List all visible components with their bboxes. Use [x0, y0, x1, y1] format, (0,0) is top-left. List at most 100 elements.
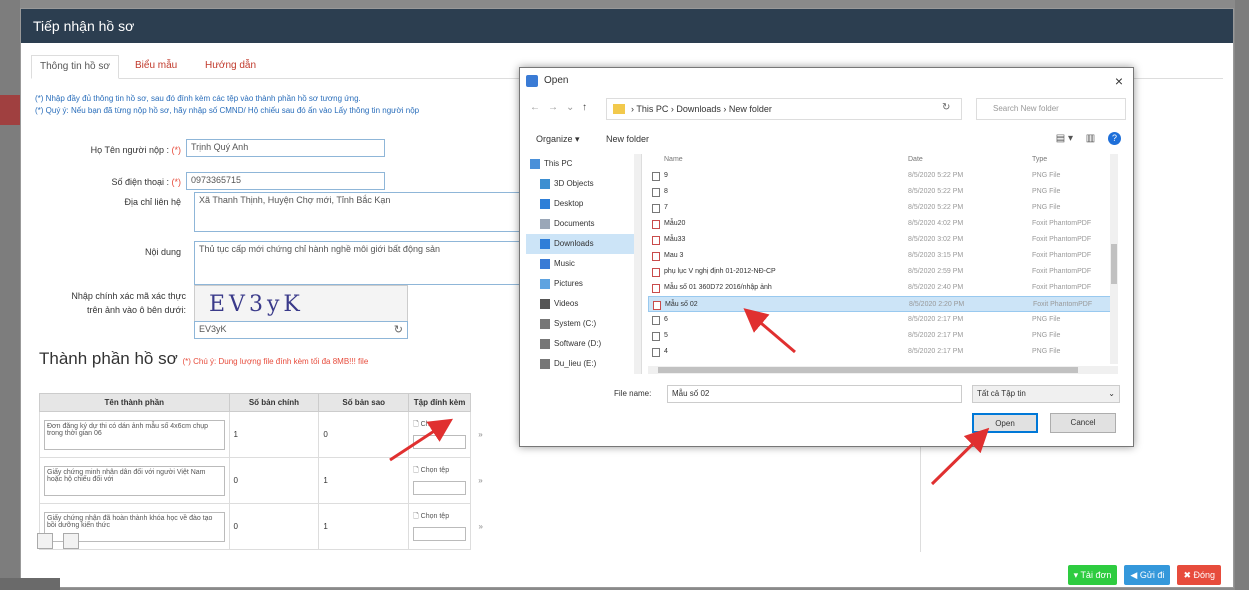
file-row[interactable]: 4 8/5/2020 2:17 PM PNG File	[648, 344, 1118, 360]
expand-icon[interactable]: »	[470, 504, 490, 550]
col-type[interactable]: Type	[1032, 156, 1047, 163]
tab-dossier-info[interactable]: Thông tin hồ sơ	[31, 55, 119, 79]
file-date: 8/5/2020 2:40 PM	[908, 284, 964, 291]
refresh-icon[interactable]: ↻	[942, 102, 950, 113]
back-icon[interactable]: ←	[530, 102, 540, 113]
file-type: PNG File	[1032, 172, 1061, 179]
col-header: Tập đính kèm	[408, 393, 471, 412]
nav-item[interactable]: Music	[526, 254, 641, 274]
file-row[interactable]: 9 8/5/2020 5:22 PM PNG File	[648, 168, 1118, 184]
file-row[interactable]: 6 8/5/2020 2:17 PM PNG File	[648, 312, 1118, 328]
pdf-file-icon	[652, 252, 660, 261]
file-date: 8/5/2020 5:22 PM	[908, 204, 964, 211]
captcha-input[interactable]: EV3yK ↻	[194, 321, 408, 339]
phone-input[interactable]: 0973365715	[186, 172, 385, 190]
expand-icon[interactable]: »	[470, 458, 490, 504]
main-count[interactable]: 0	[228, 503, 320, 550]
navigation-pane: This PC 3D Objects Desktop Documents Downloa…	[526, 154, 642, 374]
dialog-toolbar: Organize ▾ New folder ▤ ▾ ▥ ?	[526, 130, 1127, 150]
help-icon[interactable]: ?	[1108, 132, 1121, 145]
file-name-input[interactable]: Mẫu số 02	[667, 385, 962, 403]
remove-row-icon[interactable]	[63, 533, 79, 549]
name-input[interactable]: Trịnh Quý Anh	[186, 139, 385, 157]
forward-icon[interactable]: →	[548, 102, 558, 113]
file-row[interactable]: Mau 3 8/5/2020 3:15 PM Foxit PhantomPDF	[648, 248, 1118, 264]
nav-item[interactable]: System (C:)	[526, 314, 641, 334]
tab-guide[interactable]: Hướng dẫn	[197, 55, 264, 79]
nav-item[interactable]: Videos	[526, 294, 641, 314]
send-button[interactable]: ◀ Gửi đi	[1124, 565, 1171, 585]
download-form-button[interactable]: ▾ Tải đơn	[1067, 565, 1118, 585]
choose-file-button[interactable]: 🗋 Chọn tệp	[413, 466, 466, 477]
copy-count[interactable]: 0	[318, 411, 410, 458]
expand-icon[interactable]: »	[470, 412, 490, 458]
choose-file-button[interactable]: 🗋 Chọn tệp	[413, 420, 466, 431]
dialog-title: Open	[544, 75, 569, 86]
content-label: Nội dung	[144, 247, 181, 257]
file-row[interactable]: phụ lục V nghị định 01-2012-NĐ-CP 8/5/202…	[648, 264, 1118, 280]
file-list: Name Date Type 9 8/5/2020 5:22 PM PNG File…	[648, 154, 1118, 374]
preview-pane-icon[interactable]: ▥	[1086, 133, 1095, 144]
search-input[interactable]: Search New folder	[976, 98, 1126, 120]
copy-count[interactable]: 1	[318, 503, 410, 550]
address-bar-row: ← → ⌄ ↑ › This PC › Downloads › New fold…	[526, 98, 1127, 120]
nav-item-label: Music	[554, 259, 575, 268]
scroll-thumb[interactable]	[658, 367, 1078, 373]
tab-forms[interactable]: Biểu mẫu	[127, 55, 185, 79]
refresh-icon[interactable]: ↻	[394, 323, 403, 336]
open-button[interactable]: Open	[972, 413, 1038, 433]
folder-icon	[540, 359, 550, 369]
nav-item[interactable]: Downloads	[526, 234, 641, 254]
new-folder-button[interactable]: New folder	[606, 134, 649, 144]
scrollbar[interactable]	[634, 154, 641, 374]
file-row[interactable]: Mẫu số 02 8/5/2020 2:20 PM Foxit PhantomPD…	[648, 296, 1118, 312]
file-input[interactable]	[413, 481, 466, 495]
folder-icon	[540, 179, 550, 189]
component-name[interactable]: Đơn đăng ký dự thi có dán ảnh mẫu số 4x6…	[44, 419, 225, 450]
address-box[interactable]: › This PC › Downloads › New folder	[606, 98, 962, 120]
file-date: 8/5/2020 2:17 PM	[908, 348, 964, 355]
file-type: PNG File	[1032, 348, 1061, 355]
scrollbar[interactable]	[1110, 154, 1118, 364]
choose-file-button[interactable]: 🗋 Chọn tệp	[413, 512, 466, 523]
nav-item[interactable]: Pictures	[526, 274, 641, 294]
col-header: Số bản sao	[318, 393, 410, 412]
nav-item[interactable]: 3D Objects	[526, 174, 641, 194]
nav-item-label: Desktop	[554, 199, 584, 208]
col-date[interactable]: Date	[908, 156, 923, 163]
cancel-button[interactable]: Cancel	[1050, 413, 1116, 433]
scroll-thumb[interactable]	[1111, 244, 1117, 284]
file-name: 7	[664, 204, 668, 211]
col-name[interactable]: Name	[664, 156, 683, 163]
nav-item-label: System (C:)	[554, 319, 597, 328]
file-row[interactable]: 7 8/5/2020 5:22 PM PNG File	[648, 200, 1118, 216]
nav-item[interactable]: Du_lieu (E:)	[526, 354, 641, 374]
nav-item[interactable]: Desktop	[526, 194, 641, 214]
file-row[interactable]: Mẫu20 8/5/2020 4:02 PM Foxit PhantomPDF	[648, 216, 1118, 232]
horizontal-scrollbar[interactable]	[648, 366, 1118, 374]
organize-button[interactable]: Organize ▾	[536, 134, 580, 145]
component-name[interactable]: Giấy chứng minh nhân dân đối với người V…	[44, 465, 225, 496]
nav-item[interactable]: Software (D:)	[526, 334, 641, 354]
main-count[interactable]: 1	[228, 411, 320, 458]
add-row-icon[interactable]	[37, 533, 53, 549]
close-button[interactable]: ✖ Đóng	[1177, 565, 1221, 585]
file-row[interactable]: Mẫu33 8/5/2020 3:02 PM Foxit PhantomPDF	[648, 232, 1118, 248]
file-input[interactable]	[413, 435, 466, 449]
phone-label: Số điện thoại : (*)	[111, 177, 181, 187]
close-icon[interactable]: ×	[1115, 68, 1123, 94]
chevron-down-icon[interactable]: ⌄	[566, 102, 574, 113]
file-input[interactable]	[413, 527, 466, 541]
table-row: Giấy chứng nhận đã hoàn thành khóa học v…	[39, 503, 491, 550]
file-row[interactable]: 5 8/5/2020 2:17 PM PNG File	[648, 328, 1118, 344]
view-options-icon[interactable]: ▤ ▾	[1056, 133, 1073, 144]
up-icon[interactable]: ↑	[582, 102, 587, 113]
copy-count[interactable]: 1	[318, 457, 410, 504]
main-count[interactable]: 0	[228, 457, 320, 504]
nav-item[interactable]: This PC	[526, 154, 641, 174]
file-row[interactable]: 8 8/5/2020 5:22 PM PNG File	[648, 184, 1118, 200]
file-type-select[interactable]: Tất cả Tập tin ⌄	[972, 385, 1120, 403]
nav-item-label: Downloads	[554, 239, 594, 248]
nav-item[interactable]: Documents	[526, 214, 641, 234]
file-row[interactable]: Mẫu số 01 360D72 2016/nhập ảnh 8/5/2020 2…	[648, 280, 1118, 296]
